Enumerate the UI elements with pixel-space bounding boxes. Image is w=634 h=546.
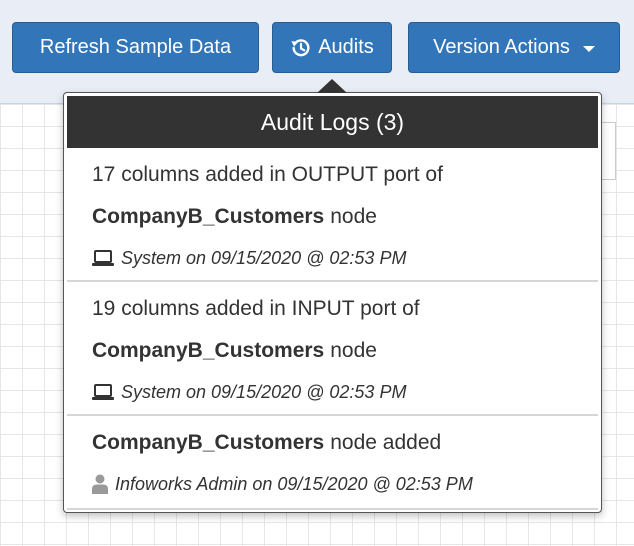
- history-icon: [290, 37, 312, 59]
- audit-entry-suffix: node: [330, 339, 377, 362]
- audit-logs-popover: Audit Logs (3) 17 columns added in OUTPU…: [63, 79, 602, 513]
- audit-entry-suffix: node added: [330, 431, 442, 454]
- audit-entry-node-line: CompanyB_Customers node: [92, 196, 598, 238]
- audit-logs-title: Audit Logs (3): [67, 96, 598, 148]
- version-actions-label: Version Actions: [433, 36, 570, 58]
- audit-entry-node: CompanyB_Customers: [92, 431, 325, 454]
- audit-entry: 19 columns added in INPUT port of Compan…: [67, 288, 598, 416]
- popover-arrow: [317, 79, 347, 93]
- laptop-icon: [92, 250, 114, 266]
- audit-entry-suffix: node: [330, 205, 377, 228]
- refresh-sample-data-label: Refresh Sample Data: [39, 36, 232, 58]
- version-actions-button[interactable]: Version Actions: [408, 22, 620, 73]
- audits-label: Audits: [318, 36, 374, 58]
- chevron-down-icon: [582, 45, 595, 52]
- audit-entry: CompanyB_Customers node added Infoworks …: [67, 422, 598, 510]
- audit-entry-node: CompanyB_Customers: [92, 339, 325, 362]
- audit-entry-meta-text: System on 09/15/2020 @ 02:53 PM: [121, 247, 407, 268]
- audit-entry-node-line: CompanyB_Customers node added: [92, 422, 598, 464]
- audit-entry: 17 columns added in OUTPUT port of Compa…: [67, 154, 598, 282]
- refresh-sample-data-button[interactable]: Refresh Sample Data: [12, 22, 259, 73]
- audit-entry-meta-text: System on 09/15/2020 @ 02:53 PM: [121, 381, 407, 402]
- laptop-icon: [92, 384, 114, 400]
- audit-entry-description: 19 columns added in INPUT port of: [92, 297, 420, 320]
- audit-entry-node-line: CompanyB_Customers node: [92, 330, 598, 372]
- user-icon: [92, 474, 108, 494]
- audit-entry-description: 17 columns added in OUTPUT port of: [92, 163, 443, 186]
- audits-button[interactable]: Audits: [272, 22, 392, 73]
- audit-entry-meta-text: Infoworks Admin on 09/15/2020 @ 02:53 PM: [115, 473, 473, 494]
- audit-entry-meta: System on 09/15/2020 @ 02:53 PM: [92, 372, 598, 412]
- audit-entry-node: CompanyB_Customers: [92, 205, 325, 228]
- audit-entry-meta: Infoworks Admin on 09/15/2020 @ 02:53 PM: [92, 464, 598, 504]
- audit-entry-meta: System on 09/15/2020 @ 02:53 PM: [92, 238, 598, 278]
